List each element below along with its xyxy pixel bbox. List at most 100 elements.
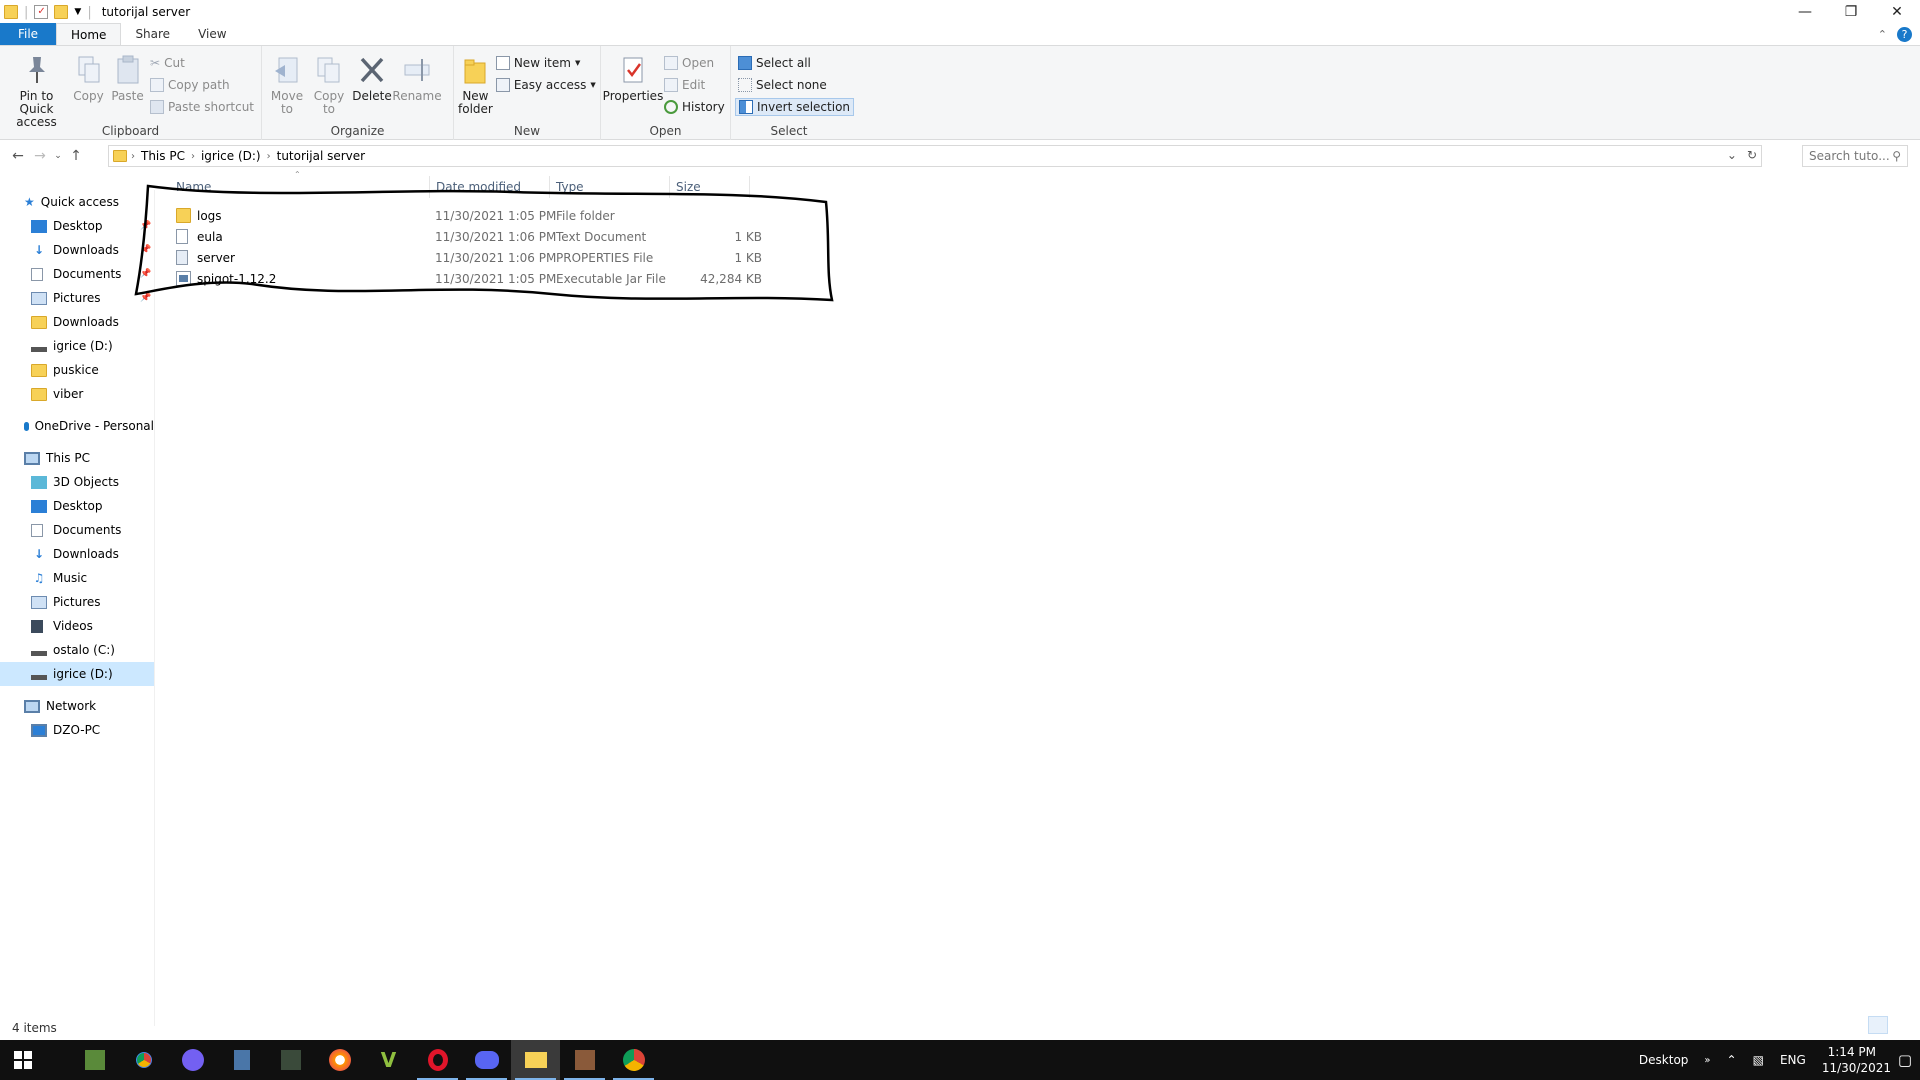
clock[interactable]: 1:14 PM 11/30/2021: [1814, 1044, 1891, 1076]
invert-selection-button[interactable]: Invert selection: [735, 98, 855, 116]
nav-pc-drive-c[interactable]: ostalo (C:): [0, 638, 154, 662]
star-icon: ★: [24, 195, 35, 209]
minecraft-app-icon[interactable]: [70, 1040, 119, 1080]
nav-onedrive[interactable]: OneDrive - Personal: [0, 414, 154, 438]
desktop-toolbar[interactable]: Desktop: [1631, 1053, 1697, 1067]
game-launcher-app-icon[interactable]: [560, 1040, 609, 1080]
nav-this-pc[interactable]: This PC: [0, 446, 154, 470]
notifications-icon[interactable]: ▢: [1890, 1051, 1920, 1069]
nav-pc-3d-objects[interactable]: 3D Objects: [0, 470, 154, 494]
restore-button[interactable]: ❐: [1828, 0, 1874, 24]
copy-path-button[interactable]: Copy path: [147, 76, 257, 94]
copy-path-icon: [150, 78, 165, 92]
large-icons-view-button[interactable]: [1892, 1016, 1912, 1034]
file-explorer-app-icon[interactable]: [511, 1040, 560, 1080]
show-hidden-icons-icon[interactable]: ⌃: [1719, 1053, 1745, 1067]
nav-pc-videos[interactable]: Videos: [0, 614, 154, 638]
dropdown-arrow-icon: ▼: [590, 81, 596, 89]
file-row[interactable]: eula 11/30/2021 1:06 PM Text Document 1 …: [170, 226, 770, 247]
edit-button[interactable]: Edit: [661, 76, 728, 94]
column-header-date[interactable]: Date modified: [430, 176, 550, 198]
nav-quick-puskice[interactable]: puskice: [0, 358, 154, 382]
address-bar[interactable]: › This PC › igrice (D:) › tutorijal serv…: [108, 145, 1762, 167]
properties-icon[interactable]: ✓: [34, 5, 49, 19]
nav-quick-drive-d[interactable]: igrice (D:): [0, 334, 154, 358]
breadcrumb-separator: ›: [190, 150, 195, 162]
address-dropdown-icon[interactable]: ⌄: [1727, 148, 1737, 162]
breadcrumb-folder[interactable]: tutorijal server: [277, 149, 365, 163]
back-icon[interactable]: ←: [7, 148, 29, 164]
nav-pc-documents[interactable]: Documents: [0, 518, 154, 542]
file-row[interactable]: spigot-1.12.2 11/30/2021 1:05 PM Executa…: [170, 268, 770, 289]
cube-icon: [31, 475, 47, 489]
nav-network-pc[interactable]: DZO-PC: [0, 718, 154, 742]
new-group: New folder New item ▼ Easy access ▼ New: [454, 46, 601, 140]
file-row[interactable]: logs 11/30/2021 1:05 PM File folder: [170, 205, 770, 226]
search-input[interactable]: Search tuto... ⚲: [1802, 145, 1908, 167]
nav-quick-access[interactable]: ★ Quick access: [0, 190, 154, 214]
nav-pc-pictures[interactable]: Pictures: [0, 590, 154, 614]
tab-share[interactable]: Share: [121, 23, 184, 45]
nav-pc-music[interactable]: ♫ Music: [0, 566, 154, 590]
nav-pc-downloads[interactable]: ↓ Downloads: [0, 542, 154, 566]
recent-locations-icon[interactable]: ⌄: [51, 151, 65, 161]
select-none-button[interactable]: Select none: [735, 76, 854, 94]
folder-icon: [4, 5, 18, 19]
nav-quick-pictures[interactable]: Pictures 📌: [0, 286, 154, 310]
discord-app-icon[interactable]: [462, 1040, 511, 1080]
jar-file-icon: [176, 271, 191, 286]
firefox-app-icon[interactable]: [315, 1040, 364, 1080]
chrome-app-icon[interactable]: [119, 1040, 168, 1080]
refresh-icon[interactable]: ↻: [1747, 148, 1757, 162]
viber-app-icon[interactable]: [168, 1040, 217, 1080]
tab-home[interactable]: Home: [56, 23, 122, 45]
easy-access-button[interactable]: Easy access ▼: [493, 76, 599, 94]
collapse-ribbon-icon[interactable]: ⌃: [1878, 28, 1887, 41]
scissors-icon: ✂: [150, 56, 161, 70]
breadcrumb-this-pc[interactable]: This PC: [141, 149, 185, 163]
folder-icon: [176, 208, 191, 223]
history-button[interactable]: History: [661, 98, 728, 116]
group-label-open: Open: [649, 124, 682, 138]
opera-app-icon[interactable]: [413, 1040, 462, 1080]
new-folder-icon[interactable]: [54, 5, 69, 19]
open-button[interactable]: Open: [661, 54, 728, 72]
forward-icon[interactable]: →: [29, 148, 51, 164]
close-button[interactable]: ✕: [1874, 0, 1920, 24]
nav-quick-downloads[interactable]: ↓ Downloads 📌: [0, 238, 154, 262]
delete-icon: [356, 54, 388, 86]
column-header-size[interactable]: Size: [670, 176, 750, 198]
nav-pc-drive-d[interactable]: igrice (D:): [0, 662, 154, 686]
nav-pc-desktop[interactable]: Desktop: [0, 494, 154, 518]
tab-view[interactable]: View: [184, 23, 240, 45]
start-button[interactable]: [0, 1040, 46, 1080]
calculator-app-icon[interactable]: [217, 1040, 266, 1080]
select-all-button[interactable]: Select all: [735, 54, 854, 72]
new-item-button[interactable]: New item ▼: [493, 54, 599, 72]
column-header-name[interactable]: Name: [170, 176, 430, 198]
nav-quick-desktop[interactable]: Desktop 📌: [0, 214, 154, 238]
cut-button[interactable]: ✂ Cut: [147, 54, 257, 72]
up-icon[interactable]: ↑: [65, 148, 87, 164]
details-view-button[interactable]: [1868, 1016, 1888, 1034]
drive-icon: [31, 346, 47, 352]
nav-quick-downloads-folder[interactable]: Downloads: [0, 310, 154, 334]
file-row[interactable]: server 11/30/2021 1:06 PM PROPERTIES Fil…: [170, 247, 770, 268]
language-indicator[interactable]: ENG: [1772, 1053, 1814, 1067]
text-file-icon: [176, 229, 188, 244]
nav-network[interactable]: Network: [0, 694, 154, 718]
game-app-icon[interactable]: [266, 1040, 315, 1080]
column-header-type[interactable]: Type: [550, 176, 670, 198]
network-status-icon[interactable]: ▧: [1745, 1053, 1772, 1067]
vectric-app-icon[interactable]: V: [364, 1040, 413, 1080]
nav-quick-documents[interactable]: Documents 📌: [0, 262, 154, 286]
paste-shortcut-button[interactable]: Paste shortcut: [147, 98, 257, 116]
chrome-profile-app-icon[interactable]: [609, 1040, 658, 1080]
minimize-button[interactable]: —: [1782, 0, 1828, 24]
toolbar-expand-icon[interactable]: »: [1696, 1055, 1718, 1066]
nav-quick-viber[interactable]: viber: [0, 382, 154, 406]
customize-toolbar-icon[interactable]: ▼: [74, 7, 81, 17]
breadcrumb-drive[interactable]: igrice (D:): [201, 149, 261, 163]
tab-file[interactable]: File: [0, 23, 56, 45]
help-icon[interactable]: ?: [1897, 27, 1912, 42]
